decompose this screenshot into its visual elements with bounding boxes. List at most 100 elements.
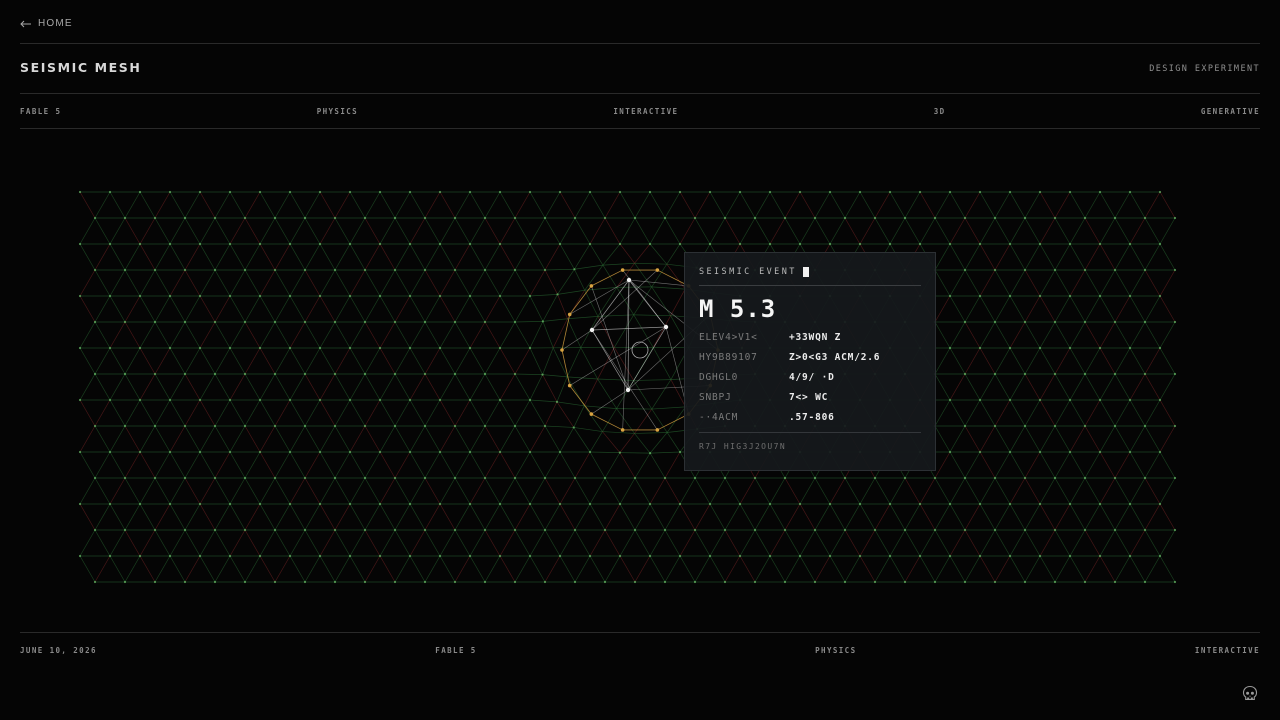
mesh-edge	[904, 555, 921, 583]
mesh-edge	[649, 452, 666, 479]
mesh-node	[588, 190, 592, 194]
mesh-edge	[109, 373, 126, 401]
mesh-node	[108, 242, 112, 246]
mesh-edge	[619, 555, 636, 583]
mesh-node	[708, 502, 712, 506]
mesh-edge	[994, 373, 1011, 401]
mesh-svg[interactable]	[76, 180, 1180, 594]
mesh-node	[363, 424, 367, 428]
mesh-edge	[634, 191, 651, 219]
back-home-link[interactable]: HOME	[20, 18, 73, 29]
mesh-edge	[1024, 295, 1041, 323]
mesh-edge	[409, 269, 426, 297]
mesh-edge	[949, 373, 966, 401]
mesh-edge	[651, 406, 686, 410]
mesh-edge	[666, 432, 681, 453]
mesh-edge	[499, 529, 516, 557]
mesh-node	[918, 242, 922, 246]
mesh-node	[903, 528, 907, 532]
mesh-edge	[244, 373, 261, 401]
mesh-edge	[769, 503, 786, 531]
mesh-edge	[664, 451, 681, 479]
mesh-node	[303, 216, 307, 220]
sphere-node	[589, 284, 594, 288]
mesh-edge	[259, 191, 276, 219]
mesh-edge	[139, 555, 156, 583]
mesh-node	[1128, 502, 1132, 506]
mesh-node	[408, 242, 412, 246]
mesh-edge	[394, 399, 411, 427]
mesh-edge	[229, 295, 246, 323]
mesh-edge	[394, 295, 411, 323]
mesh-node	[213, 372, 217, 376]
mesh-node	[378, 398, 382, 402]
mesh-edge	[409, 399, 426, 427]
mesh-edge	[514, 373, 543, 375]
detail-key: HY9B89107	[699, 351, 758, 363]
mesh-node	[858, 554, 862, 558]
mesh-node	[1053, 476, 1057, 480]
mesh-edge	[304, 321, 321, 349]
mesh-edge	[394, 321, 411, 349]
mesh-node	[333, 320, 337, 324]
mesh-node	[348, 502, 352, 506]
mesh-node	[978, 294, 982, 298]
mesh-edge	[739, 191, 756, 219]
mesh-node	[1008, 398, 1012, 402]
mesh-edge	[919, 555, 936, 583]
epicenter-target-icon[interactable]	[631, 341, 649, 359]
mesh-edge	[1159, 529, 1176, 557]
mesh-edge	[664, 555, 681, 583]
mesh-edge	[1099, 399, 1116, 427]
mesh-edge	[424, 477, 441, 505]
mesh-edge	[424, 529, 441, 557]
seismic-mesh-canvas[interactable]	[76, 180, 1180, 594]
sphere-edge	[569, 385, 592, 415]
mesh-node	[918, 554, 922, 558]
mesh-edge	[604, 503, 621, 531]
mesh-node	[1083, 476, 1087, 480]
mesh-node	[948, 294, 952, 298]
mesh-edge	[1054, 269, 1071, 297]
mesh-edge	[94, 295, 111, 323]
mesh-edge	[709, 217, 726, 245]
mesh-edge	[319, 295, 336, 323]
mesh-edge	[394, 451, 411, 479]
mesh-edge	[1009, 217, 1026, 245]
mesh-node	[1113, 580, 1117, 584]
mesh-node	[843, 216, 847, 220]
panel-footer-code: R7J HIG3J2OU7N	[699, 442, 787, 451]
mesh-node	[963, 216, 967, 220]
skull-icon[interactable]	[1240, 684, 1260, 704]
mesh-edge	[514, 451, 531, 479]
mesh-edge	[379, 373, 396, 401]
mesh-edge	[597, 378, 617, 409]
mesh-edge	[949, 269, 966, 297]
mesh-edge	[229, 555, 246, 583]
mesh-node	[198, 346, 202, 350]
mesh-edge	[1159, 295, 1176, 323]
mesh-node	[423, 424, 427, 428]
mesh-node	[678, 450, 682, 454]
mesh-node	[93, 580, 97, 584]
mesh-edge	[904, 529, 921, 557]
mesh-node	[603, 580, 607, 584]
mesh-node	[123, 424, 127, 428]
mesh-edge	[229, 373, 246, 401]
mesh-edge	[1144, 295, 1161, 323]
mesh-edge	[274, 555, 291, 583]
mesh-edge	[274, 425, 291, 453]
mesh-node	[243, 268, 247, 272]
mesh-edge	[1159, 503, 1176, 531]
mesh-node	[1068, 346, 1072, 350]
mesh-edge	[1009, 295, 1026, 323]
mesh-edge	[94, 529, 111, 557]
mesh-edge	[949, 425, 966, 453]
mesh-node	[556, 293, 559, 296]
mesh-node	[1008, 190, 1012, 194]
mesh-edge	[619, 243, 635, 264]
mesh-edge	[904, 191, 921, 219]
mesh-edge	[1039, 477, 1056, 505]
mesh-node	[1128, 242, 1132, 246]
mesh-edge	[274, 529, 291, 557]
